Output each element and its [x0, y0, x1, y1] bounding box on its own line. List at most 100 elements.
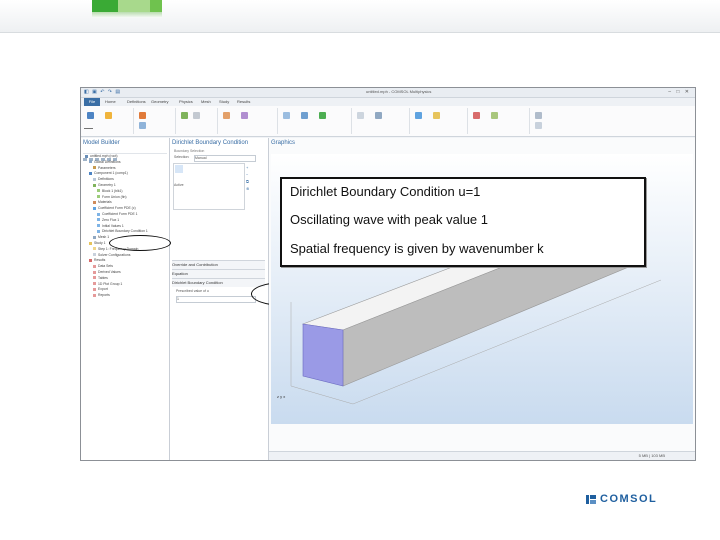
tree-item-label: Global Definitions — [94, 159, 121, 164]
section-equation[interactable]: Equation — [172, 269, 265, 278]
tab-physics[interactable]: Physics — [179, 99, 193, 104]
add-plot-icon[interactable] — [473, 112, 480, 119]
tree-node-icon — [93, 270, 96, 274]
ribbon-group-results — [469, 108, 530, 134]
tree-node-icon — [93, 235, 96, 239]
ribbon-group-definitions — [135, 108, 176, 134]
tree-node-icon — [89, 258, 92, 262]
tree-item-label: Export — [98, 287, 108, 292]
tab-home[interactable]: Home — [105, 99, 116, 104]
export-icon[interactable] — [491, 112, 498, 119]
boundary-selected-face[interactable] — [302, 323, 344, 387]
selection-label: Selection: — [174, 155, 190, 159]
tree-item[interactable]: Reports — [85, 293, 169, 299]
tree-node-icon — [93, 282, 96, 286]
tree-item-label: Form Union (fin) — [102, 194, 127, 199]
tree-item-label: Block 1 (blk1) — [102, 188, 123, 193]
mesh-icon[interactable] — [375, 112, 382, 119]
selection-list-icon — [175, 165, 183, 173]
axis-label-x: x — [283, 394, 286, 399]
tree-node-icon — [93, 166, 96, 170]
tree-item-label: Zero Flux 1 — [102, 217, 120, 222]
settings-title: Dirichlet Boundary Condition — [172, 140, 249, 146]
build-mesh-icon[interactable] — [357, 112, 364, 119]
prescribed-value-input[interactable]: 1 — [176, 296, 256, 303]
tree-node-icon — [93, 276, 96, 280]
import-icon[interactable] — [193, 112, 200, 119]
window-controls[interactable]: – □ ✕ — [668, 89, 691, 95]
tree-node-icon — [93, 183, 96, 187]
study-icon[interactable] — [433, 112, 440, 119]
add-component-icon[interactable] — [105, 112, 112, 119]
ribbon-group-study — [411, 108, 468, 134]
tree-item-label: Data Sets — [98, 264, 113, 269]
page-header-band — [0, 0, 720, 33]
axis-label-z: z — [277, 394, 279, 399]
tree-node-icon — [93, 287, 96, 291]
graphics-status-bar: 5 MB | 103 MB — [269, 451, 695, 460]
model-builder-title: Model Builder — [83, 140, 120, 146]
tree-item-label: Derived Values — [98, 269, 121, 274]
component-icon[interactable] — [87, 112, 94, 119]
axis-label-y: y — [280, 394, 283, 399]
header-green-tile — [92, 0, 118, 12]
selection-dropdown[interactable]: Manual — [194, 155, 256, 162]
highlight-ring-tree-item — [109, 235, 171, 251]
variables-icon[interactable] — [139, 122, 146, 129]
tree-node-icon — [93, 247, 96, 251]
axis-triad: z y x — [277, 394, 285, 399]
prescribed-value-label: Prescribed value of u — [176, 289, 209, 293]
ribbon-group-mesh — [353, 108, 410, 134]
tree-item-label: Parameters — [98, 165, 116, 170]
parameters-icon[interactable] — [139, 112, 146, 119]
ribbon-group-windows — [531, 108, 611, 134]
tab-file[interactable]: File — [84, 98, 100, 106]
section-dirichlet[interactable]: Dirichlet Boundary Condition — [172, 278, 265, 287]
comsol-app-window: ◧ ▣ ↶ ↷ ▤ untitled.mph - COMSOL Multiphy… — [80, 87, 696, 461]
tab-definitions[interactable]: Definitions — [127, 99, 146, 104]
tree-item-label: Reports — [98, 293, 110, 298]
build-all-icon[interactable] — [181, 112, 188, 119]
tree-item-label: Mesh 1 — [98, 235, 110, 240]
tree-item-label: Initial Values 1 — [102, 223, 124, 228]
tree-node-icon — [89, 160, 92, 164]
active-label: Active — [174, 183, 184, 187]
add-physics-icon[interactable] — [283, 112, 290, 119]
tree-item-label: Materials — [98, 200, 112, 205]
windows-icon[interactable] — [535, 112, 542, 119]
compute-icon[interactable] — [415, 112, 422, 119]
quick-access-icons[interactable]: ◧ ▣ ↶ ↷ ▤ — [84, 89, 121, 95]
tree-node-icon — [97, 218, 100, 222]
tree-item-label: Study 1 — [94, 240, 106, 245]
tree-item-label: Coefficient Form PDE (c) — [98, 206, 136, 211]
tab-geometry[interactable]: Geometry — [151, 99, 169, 104]
add-material-icon[interactable] — [223, 112, 230, 119]
tree-node-icon — [93, 264, 96, 268]
model-tree: untitled.mph (root) Global Definitions Par… — [85, 154, 169, 299]
window-title: untitled.mph - COMSOL Multiphysics — [366, 89, 432, 94]
tree-item-label: Results — [94, 258, 106, 263]
boundary-icon[interactable] — [319, 112, 326, 119]
tree-item-label: Tables — [98, 275, 108, 280]
tab-mesh[interactable]: Mesh — [201, 99, 211, 104]
tree-node-icon — [97, 229, 100, 233]
reset-desktop-icon[interactable] — [535, 122, 542, 129]
browse-materials-icon[interactable] — [241, 112, 248, 119]
tab-results[interactable]: Results — [237, 99, 250, 104]
tree-node-icon — [93, 253, 96, 257]
selection-list-buttons[interactable]: + − ⧉ ⊗ — [246, 164, 249, 192]
tree-item-label: 1D Plot Group 1 — [98, 281, 123, 286]
tree-node-icon — [97, 189, 100, 193]
ribbon-toolbar: ▬▬▬ — [81, 106, 695, 137]
domain-icon[interactable] — [301, 112, 308, 119]
graphics-toolbar[interactable] — [271, 146, 691, 159]
tree-node-icon — [85, 154, 88, 158]
tree-node-icon — [97, 224, 100, 228]
section-boundary-selection[interactable]: Boundary Selection — [174, 149, 204, 153]
tab-study[interactable]: Study — [219, 99, 229, 104]
tree-node-icon — [93, 293, 96, 297]
tree-item-label: Solver Configurations — [98, 252, 131, 257]
tree-node-icon — [97, 212, 100, 216]
tree-node-icon — [89, 241, 92, 245]
section-override-contribution[interactable]: Override and Contribution — [172, 260, 265, 269]
